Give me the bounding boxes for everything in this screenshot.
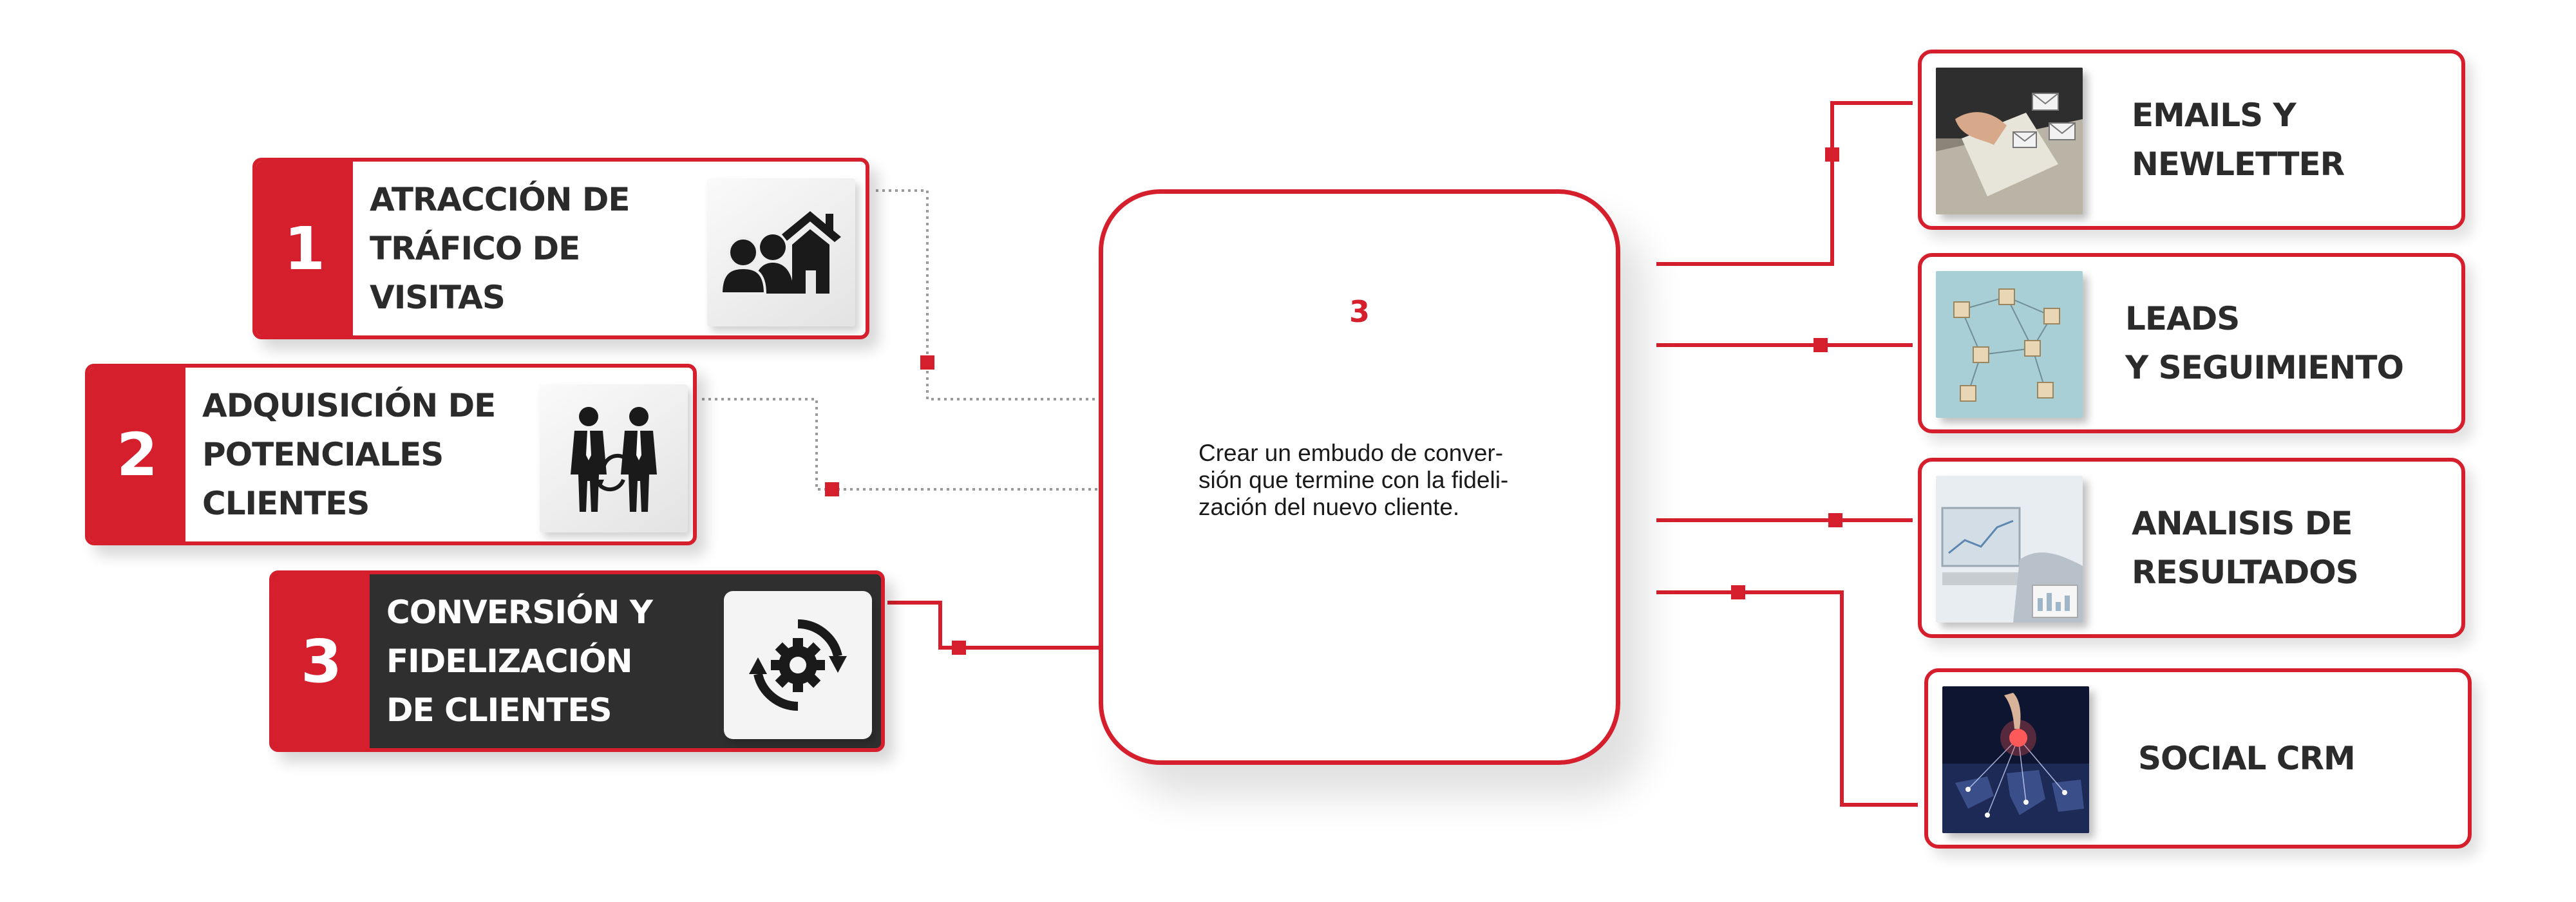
businessmen-exchange-icon bbox=[540, 384, 688, 532]
outcome-title: ANALISIS DE RESULTADOS bbox=[2132, 505, 2359, 591]
connector-node bbox=[1825, 147, 1839, 162]
connector-node bbox=[1731, 585, 1745, 599]
step-card-1: 1 ATRACCIÓN DE TRÁFICO DE VISITAS bbox=[252, 158, 869, 339]
connector-emails bbox=[1656, 101, 1913, 266]
connector-node bbox=[825, 482, 839, 496]
connector-step-2 bbox=[702, 398, 1099, 491]
step-card-3: 3 CONVERSIÓN Y FIDELIZACIÓN DE CLIENTES bbox=[269, 570, 885, 752]
connector-node bbox=[1828, 513, 1842, 527]
connector-step-3 bbox=[887, 601, 1099, 650]
leads-network-photo bbox=[1936, 271, 2083, 418]
outcome-title: SOCIAL CRM bbox=[2138, 740, 2356, 777]
center-card: 3 Crear un embudo de conver- sión que te… bbox=[1099, 189, 1620, 765]
outcome-title: LEADS Y SEGUIMIENTO bbox=[2125, 300, 2404, 386]
social-globe-photo bbox=[1942, 686, 2089, 833]
connector-node bbox=[952, 641, 966, 655]
step-title: ADQUISICIÓN DE POTENCIALES CLIENTES bbox=[202, 387, 496, 522]
outcome-card-social: SOCIAL CRM bbox=[1924, 668, 2472, 849]
emails-photo bbox=[1936, 68, 2083, 214]
step-number: 2 bbox=[89, 368, 185, 541]
center-number: 3 bbox=[1349, 294, 1370, 329]
step-number: 1 bbox=[256, 162, 353, 335]
analytics-photo bbox=[1936, 476, 2083, 623]
center-description: Crear un embudo de conver- sión que term… bbox=[1198, 440, 1566, 521]
center-description-text: Crear un embudo de conver- sión que term… bbox=[1198, 440, 1509, 520]
step-card-2: 2 ADQUISICIÓN DE POTENCIALES CLIENTES bbox=[85, 364, 697, 545]
outcome-card-leads: LEADS Y SEGUIMIENTO bbox=[1918, 253, 2465, 433]
connector-social bbox=[1656, 590, 1918, 807]
step-title: ATRACCIÓN DE TRÁFICO DE VISITAS bbox=[370, 181, 630, 316]
connector-node bbox=[920, 355, 934, 370]
step-number: 3 bbox=[273, 574, 370, 748]
step-title: CONVERSIÓN Y FIDELIZACIÓN DE CLIENTES bbox=[386, 594, 653, 729]
gear-cycle-icon bbox=[724, 591, 872, 739]
connector-step-1 bbox=[876, 189, 1099, 400]
outcome-title: EMAILS Y NEWLETTER bbox=[2132, 97, 2345, 183]
people-house-icon bbox=[707, 178, 855, 326]
connector-node bbox=[1814, 338, 1828, 352]
outcome-card-analisis: ANALISIS DE RESULTADOS bbox=[1918, 458, 2465, 638]
outcome-card-emails: EMAILS Y NEWLETTER bbox=[1918, 50, 2465, 230]
